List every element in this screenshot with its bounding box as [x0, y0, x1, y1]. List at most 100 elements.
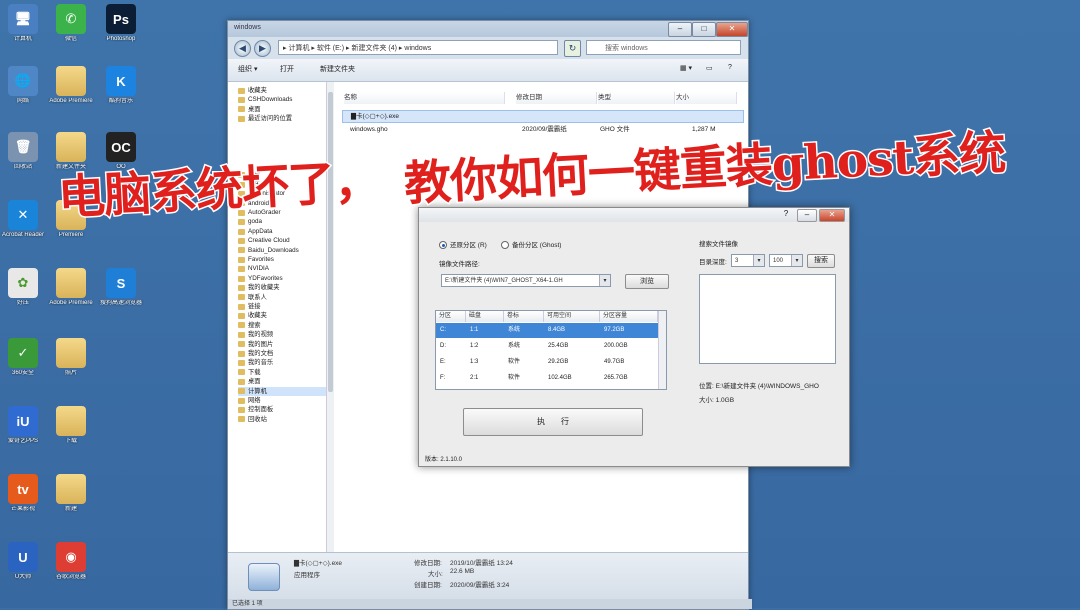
preview-pane-icon[interactable]: ▭	[706, 64, 713, 72]
desktop-icon[interactable]: K 酷狗音乐	[98, 62, 144, 120]
organize-button[interactable]: 组织 ▾	[238, 64, 257, 74]
nav-item[interactable]: 我的图片	[238, 340, 332, 349]
folder-icon	[238, 256, 245, 263]
banner-left-text: 电脑系统坏了，	[55, 153, 382, 228]
nav-item[interactable]: 我的收藏夹	[238, 283, 332, 292]
nav-item[interactable]: 收藏夹	[238, 86, 332, 95]
folder-icon	[238, 341, 245, 348]
depth-select-b[interactable]: 100 ▾	[769, 254, 803, 267]
desktop-icon[interactable]: 🌐 网络	[0, 62, 46, 120]
nav-item[interactable]: 我的音乐	[238, 358, 332, 367]
th-label[interactable]: 卷标	[504, 311, 544, 322]
col-name[interactable]: 名称	[344, 92, 505, 104]
folder-icon	[238, 106, 245, 113]
radio-restore[interactable]: 还原分区 (R)	[439, 239, 487, 250]
th-capacity[interactable]: 分区容量	[600, 311, 658, 322]
desktop: 🖥 计算机 ✆ 微信 Ps Photoshop 🌐 网络 Adobe Premiere K 酷狗音乐…	[0, 0, 1080, 610]
nav-item[interactable]: 桌面	[238, 105, 332, 114]
execute-button[interactable]: 执 行	[463, 408, 643, 436]
nav-item[interactable]: 最近访问的位置	[238, 114, 332, 123]
nav-item[interactable]: Favorites	[238, 255, 332, 264]
back-arrow-icon[interactable]: ◀	[234, 40, 251, 57]
nav-item[interactable]: 桌面	[238, 377, 332, 386]
refresh-icon[interactable]: ↻	[564, 40, 581, 57]
depth-select-a[interactable]: 3 ▾	[731, 254, 765, 267]
explorer-titlebar[interactable]: windows – □ ✕	[228, 21, 748, 37]
nav-item[interactable]: NVIDIA	[238, 264, 332, 273]
nav-item[interactable]: 控制面板	[238, 405, 332, 414]
col-size[interactable]: 大小	[676, 92, 737, 104]
help-icon[interactable]: ?	[728, 64, 732, 71]
app-icon: 🌐	[8, 66, 38, 96]
desktop-icon[interactable]: 照片	[48, 334, 94, 392]
nav-item[interactable]: 联系人	[238, 293, 332, 302]
app-icon: ◉	[56, 542, 86, 572]
desktop-icon[interactable]: S 搜狗高速浏览器	[98, 264, 144, 322]
nav-item[interactable]: 计算机	[238, 386, 332, 396]
nav-item[interactable]: YDFavorites	[238, 274, 332, 283]
nav-item[interactable]: 我的视频	[238, 330, 332, 339]
nav-item[interactable]: Baidu_Downloads	[238, 246, 332, 255]
desktop-icon[interactable]: Adobe Premiere	[48, 62, 94, 120]
image-path-select[interactable]: E:\新建文件夹 (4)\WIN7_GHOST_X64-1.GH ▾	[441, 274, 611, 287]
desktop-icon[interactable]: 下载	[48, 402, 94, 460]
nav-item[interactable]: 回收站	[238, 415, 332, 424]
desktop-icon[interactable]: ◉ 谷歌浏览器	[48, 538, 94, 596]
nav-item[interactable]: 链接	[238, 302, 332, 311]
open-button[interactable]: 打开	[280, 64, 294, 74]
nav-item[interactable]: 下载	[238, 368, 332, 377]
partition-row[interactable]: E: 1:3 软件 29.2GB 49.7GB	[436, 355, 658, 370]
desktop-icon[interactable]: ✕ Acrobat Reader	[0, 196, 46, 254]
nav-item-label: 我的收藏夹	[248, 284, 280, 292]
desktop-icon[interactable]: iU 爱奇艺PPS	[0, 402, 46, 460]
nav-item[interactable]	[238, 124, 332, 133]
th-disk[interactable]: 磁盘	[466, 311, 504, 322]
nav-item-label: 计算机	[248, 387, 267, 395]
minimize-button[interactable]: –	[668, 22, 692, 37]
col-type[interactable]: 类型	[598, 92, 675, 104]
forward-arrow-icon[interactable]: ▶	[254, 40, 271, 57]
desktop-icon-label: 下载	[64, 438, 77, 444]
desktop-icon[interactable]: 新建	[48, 470, 94, 528]
partition-row[interactable]: F: 2:1 软件 102.4GB 265.7GB	[436, 371, 658, 386]
partition-row[interactable]: D: 1:2 系统 25.4GB 200.0GB	[436, 339, 658, 354]
new-folder-button[interactable]: 新建文件夹	[320, 64, 355, 74]
radio-backup[interactable]: 备份分区 (Ghost)	[501, 239, 561, 250]
desktop-icon-label: 搜狗高速浏览器	[99, 300, 142, 306]
desktop-icon[interactable]: ✆ 微信	[48, 0, 94, 58]
desktop-icon[interactable]: 🖥 计算机	[0, 0, 46, 58]
title-banner: 电脑系统坏了， 教你如何一键重装ghost系统	[55, 124, 1033, 239]
partition-row[interactable]: C: 1:1 系统 8.4GB 97.2GB	[436, 323, 658, 338]
nav-item[interactable]: CSHDownloads	[238, 95, 332, 104]
col-date[interactable]: 修改日期	[516, 92, 597, 104]
maximize-button[interactable]: □	[692, 22, 716, 37]
search-input[interactable]: 搜索 windows	[586, 40, 741, 55]
explorer-title: windows	[234, 24, 261, 31]
close-button[interactable]: ✕	[716, 22, 748, 37]
search-depth-label: 目录深度:	[699, 259, 727, 266]
browse-button[interactable]: 浏览	[625, 274, 669, 289]
search-button[interactable]: 搜索	[807, 254, 835, 268]
nav-item[interactable]: 搜索	[238, 321, 332, 330]
th-free[interactable]: 可用空间	[544, 311, 600, 322]
th-partition[interactable]: 分区	[436, 311, 466, 322]
desktop-icon[interactable]: U U大师	[0, 538, 46, 596]
partition-scrollbar[interactable]	[658, 311, 666, 389]
address-input[interactable]: ▸ 计算机 ▸ 软件 (E:) ▸ 新建文件夹 (4) ▸ windows	[278, 40, 558, 55]
desktop-icon[interactable]: tv 芒果影视	[0, 470, 46, 528]
file-row[interactable]: ▇卡(◇▢+◇).exe	[342, 110, 744, 123]
desktop-icon[interactable]: 🗑 回收站	[0, 128, 46, 186]
partition-cell-p: C:	[440, 327, 446, 333]
desktop-icon[interactable]: Ps Photoshop	[98, 0, 144, 58]
view-options-icon[interactable]: ▦ ▾	[680, 64, 692, 72]
desktop-icon[interactable]: Adobe Premiere	[48, 264, 94, 322]
desktop-icon-label: 360安全	[11, 370, 34, 376]
nav-item[interactable]: 网络	[238, 396, 332, 405]
nav-item[interactable]: 我的文档	[238, 349, 332, 358]
desktop-icon[interactable]: ✿ 好压	[0, 264, 46, 322]
nav-item[interactable]: 收藏夹	[238, 311, 332, 320]
desktop-icon-label: 爱奇艺PPS	[7, 438, 38, 444]
nav-item-label: YDFavorites	[248, 274, 283, 282]
found-images-list[interactable]	[699, 274, 836, 364]
desktop-icon[interactable]: ✓ 360安全	[0, 334, 46, 392]
